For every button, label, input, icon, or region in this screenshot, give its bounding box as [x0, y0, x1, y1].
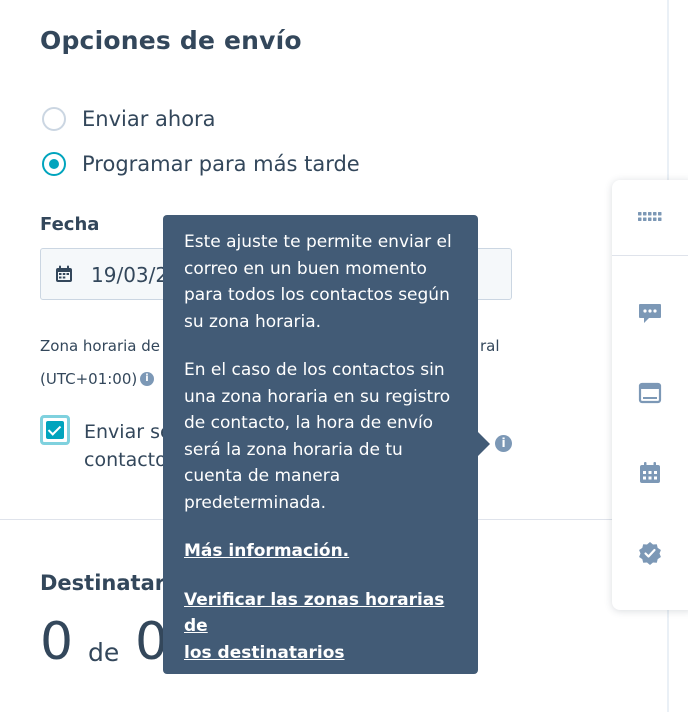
timezone-info-icon[interactable]: i: [140, 372, 154, 386]
radio-send-now-button[interactable]: [42, 107, 66, 131]
recipients-count: 0: [40, 612, 74, 672]
link-text-line: los destinatarios: [184, 642, 345, 663]
apps-grid-icon[interactable]: [638, 205, 662, 229]
timezone-label-tail: ral: [480, 337, 500, 355]
radio-send-now-label: Enviar ahora: [82, 107, 216, 131]
radio-send-now[interactable]: Enviar ahora: [42, 107, 216, 131]
tooltip-text-line: predeterminada.: [184, 492, 327, 513]
tooltip-paragraph-2: En el caso de los contactos sin una zona…: [184, 357, 457, 516]
tooltip-text-line: su zona horaria.: [184, 311, 322, 332]
radio-schedule-later[interactable]: Programar para más tarde: [42, 152, 360, 176]
right-side-toolbar: [612, 180, 688, 610]
chat-bubble-icon[interactable]: [638, 301, 662, 325]
radio-schedule-later-button[interactable]: [42, 152, 66, 176]
tooltip-text-line: para todos los contactos según: [184, 285, 450, 305]
toolbar-separator: [612, 255, 688, 256]
calendar-icon[interactable]: [638, 461, 662, 485]
verified-badge-icon[interactable]: [638, 541, 662, 565]
recipient-timezone-info-icon[interactable]: i: [495, 435, 512, 452]
tooltip-text-line: Este ajuste te permite enviar el: [184, 232, 452, 252]
browser-window-icon[interactable]: [638, 381, 662, 405]
timezone-tooltip: Este ajuste te permite enviar el correo …: [163, 215, 490, 674]
more-info-link[interactable]: Más información.: [184, 538, 457, 565]
tooltip-text-line: será la zona horaria de tu: [184, 439, 403, 460]
timezone-label: Zona horaria de: [40, 337, 161, 355]
date-field-label: Fecha: [40, 214, 100, 235]
timezone-value: (UTC+01:00): [40, 370, 138, 388]
tooltip-paragraph-1: Este ajuste te permite enviar el correo …: [184, 229, 457, 335]
tooltip-text-line: En el caso de los contactos sin: [184, 360, 445, 380]
tooltip-text-line: de contacto, la hora de envío: [184, 413, 434, 433]
recipient-timezone-label-line1: Enviar se: [84, 421, 172, 443]
date-value: 19/03/2: [91, 263, 169, 287]
radio-schedule-later-label: Programar para más tarde: [82, 152, 360, 176]
tooltip-text-line: correo en un buen momento: [184, 258, 427, 279]
calendar-icon: [56, 265, 72, 282]
checkmark-icon: [46, 421, 64, 439]
tooltip-text-line: una zona horaria en su registro: [184, 386, 451, 407]
link-text-line: Verificar las zonas horarias de: [184, 589, 445, 637]
recipient-timezone-checkbox[interactable]: [40, 415, 70, 445]
verify-recipient-timezones-link[interactable]: Verificar las zonas horarias de los dest…: [184, 587, 457, 667]
recipient-timezone-label-line2: contacto: [84, 449, 167, 471]
recipients-of: de: [88, 638, 120, 667]
page-title: Opciones de envío: [40, 26, 302, 55]
recipients-label: Destinatari: [40, 571, 173, 595]
tooltip-text-line: cuenta de manera: [184, 466, 341, 486]
